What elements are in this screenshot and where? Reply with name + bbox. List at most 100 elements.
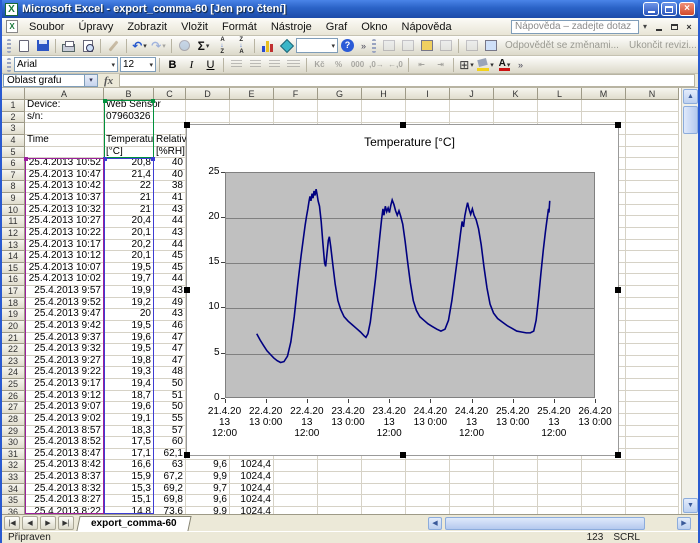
sort-ascending-button[interactable]: A↓Z xyxy=(213,37,232,54)
cell-K1[interactable] xyxy=(494,100,538,112)
cell-I1[interactable] xyxy=(406,100,450,112)
column-header-N[interactable]: N xyxy=(626,88,679,100)
cell-N6[interactable] xyxy=(626,158,679,170)
cell-C36[interactable]: 73,6 xyxy=(154,507,186,514)
cell-C22[interactable]: 47 xyxy=(154,344,186,356)
cell-J1[interactable] xyxy=(450,100,494,112)
toolbar-grip[interactable] xyxy=(7,39,11,53)
cell-N36[interactable] xyxy=(626,507,679,514)
cell-N11[interactable] xyxy=(626,216,679,228)
cell-N20[interactable] xyxy=(626,321,679,333)
cell-F2[interactable] xyxy=(274,112,318,124)
cell-N10[interactable] xyxy=(626,205,679,217)
cell-I33[interactable] xyxy=(406,472,450,484)
percent-button[interactable]: % xyxy=(329,56,348,73)
cell-A5[interactable] xyxy=(25,147,104,159)
cell-C6[interactable]: 40 xyxy=(154,158,186,170)
cell-C23[interactable]: 47 xyxy=(154,356,186,368)
borders-button[interactable]: ⊞▾ xyxy=(457,56,476,73)
review-new-comment-button[interactable] xyxy=(417,37,436,54)
cell-N26[interactable] xyxy=(626,391,679,403)
chart-wizard-button[interactable] xyxy=(258,37,277,54)
cell-F36[interactable] xyxy=(274,507,318,514)
cell-A8[interactable]: 25.4.2013 10:42 xyxy=(25,181,104,193)
decrease-decimal-button[interactable]: ←,0 xyxy=(386,56,405,73)
currency-button[interactable]: Kč xyxy=(310,56,329,73)
cell-C8[interactable]: 38 xyxy=(154,181,186,193)
cell-N25[interactable] xyxy=(626,379,679,391)
menu-soubor[interactable]: Soubor xyxy=(22,19,71,35)
cell-B33[interactable]: 15,9 xyxy=(104,472,154,484)
cell-A36[interactable]: 25.4.2013 8:22 xyxy=(25,507,104,514)
horizontal-scrollbar[interactable]: ◀ ▶ xyxy=(427,516,692,531)
cell-E1[interactable] xyxy=(230,100,274,112)
cell-B17[interactable]: 19,9 xyxy=(104,286,154,298)
row-header-24[interactable]: 24 xyxy=(2,367,25,379)
align-left-button[interactable] xyxy=(227,56,246,73)
cell-B28[interactable]: 19,1 xyxy=(104,414,154,426)
cell-D35[interactable]: 9,6 xyxy=(186,495,230,507)
cell-N34[interactable] xyxy=(626,484,679,496)
cell-D33[interactable]: 9,9 xyxy=(186,472,230,484)
row-header-9[interactable]: 9 xyxy=(2,193,25,205)
cell-N14[interactable] xyxy=(626,251,679,263)
previous-sheet-button[interactable]: ◀ xyxy=(22,516,38,530)
row-header-18[interactable]: 18 xyxy=(2,298,25,310)
cell-E34[interactable]: 1024,4 xyxy=(230,484,274,496)
cell-B29[interactable]: 18,3 xyxy=(104,426,154,438)
cell-A3[interactable] xyxy=(25,123,104,135)
chart-object[interactable]: Temperature [°C] 2520151050 21.4.201312:… xyxy=(186,124,619,456)
cell-N1[interactable] xyxy=(626,100,679,112)
cell-J33[interactable] xyxy=(450,472,494,484)
cell-D34[interactable]: 9,7 xyxy=(186,484,230,496)
row-header-30[interactable]: 30 xyxy=(2,437,25,449)
cell-N21[interactable] xyxy=(626,333,679,345)
cell-N7[interactable] xyxy=(626,170,679,182)
column-header-D[interactable]: D xyxy=(186,88,230,100)
cell-B35[interactable]: 15,1 xyxy=(104,495,154,507)
cell-A19[interactable]: 25.4.2013 9:47 xyxy=(25,309,104,321)
select-all-corner[interactable] xyxy=(2,88,25,100)
cell-G35[interactable] xyxy=(318,495,362,507)
cell-B21[interactable]: 19,6 xyxy=(104,333,154,345)
cell-N15[interactable] xyxy=(626,263,679,275)
cell-N35[interactable] xyxy=(626,495,679,507)
row-header-34[interactable]: 34 xyxy=(2,484,25,496)
cell-A16[interactable]: 25.4.2013 10:02 xyxy=(25,274,104,286)
row-header-12[interactable]: 12 xyxy=(2,228,25,240)
review-prev-comment-button[interactable] xyxy=(379,37,398,54)
cell-N3[interactable] xyxy=(626,123,679,135)
cell-C18[interactable]: 49 xyxy=(154,298,186,310)
cell-M1[interactable] xyxy=(582,100,626,112)
cell-M34[interactable] xyxy=(582,484,626,496)
cell-A9[interactable]: 25.4.2013 10:37 xyxy=(25,193,104,205)
cell-N2[interactable] xyxy=(626,112,679,124)
cell-A26[interactable]: 25.4.2013 9:12 xyxy=(25,391,104,403)
row-header-21[interactable]: 21 xyxy=(2,333,25,345)
cell-N8[interactable] xyxy=(626,181,679,193)
cell-A12[interactable]: 25.4.2013 10:22 xyxy=(25,228,104,240)
cell-F35[interactable] xyxy=(274,495,318,507)
cell-B27[interactable]: 19,6 xyxy=(104,402,154,414)
cell-C30[interactable]: 60 xyxy=(154,437,186,449)
fill-color-button[interactable]: ▾ xyxy=(476,56,495,73)
cell-E2[interactable] xyxy=(230,112,274,124)
cell-G1[interactable] xyxy=(318,100,362,112)
column-header-E[interactable]: E xyxy=(230,88,274,100)
cell-L32[interactable] xyxy=(538,460,582,472)
cell-I34[interactable] xyxy=(406,484,450,496)
cell-A31[interactable]: 25.4.2013 8:47 xyxy=(25,449,104,461)
cell-E36[interactable]: 1024,4 xyxy=(230,507,274,514)
cell-I2[interactable] xyxy=(406,112,450,124)
chart-handle[interactable] xyxy=(184,452,190,458)
italic-button[interactable]: I xyxy=(182,56,201,73)
cell-B24[interactable]: 19,3 xyxy=(104,367,154,379)
cell-B3[interactable] xyxy=(104,123,154,135)
cell-A32[interactable]: 25.4.2013 8:42 xyxy=(25,460,104,472)
cell-N13[interactable] xyxy=(626,240,679,252)
cell-C13[interactable]: 44 xyxy=(154,240,186,252)
row-header-15[interactable]: 15 xyxy=(2,263,25,275)
cell-B9[interactable]: 21 xyxy=(104,193,154,205)
cell-B8[interactable]: 22 xyxy=(104,181,154,193)
chart-handle[interactable] xyxy=(615,287,621,293)
